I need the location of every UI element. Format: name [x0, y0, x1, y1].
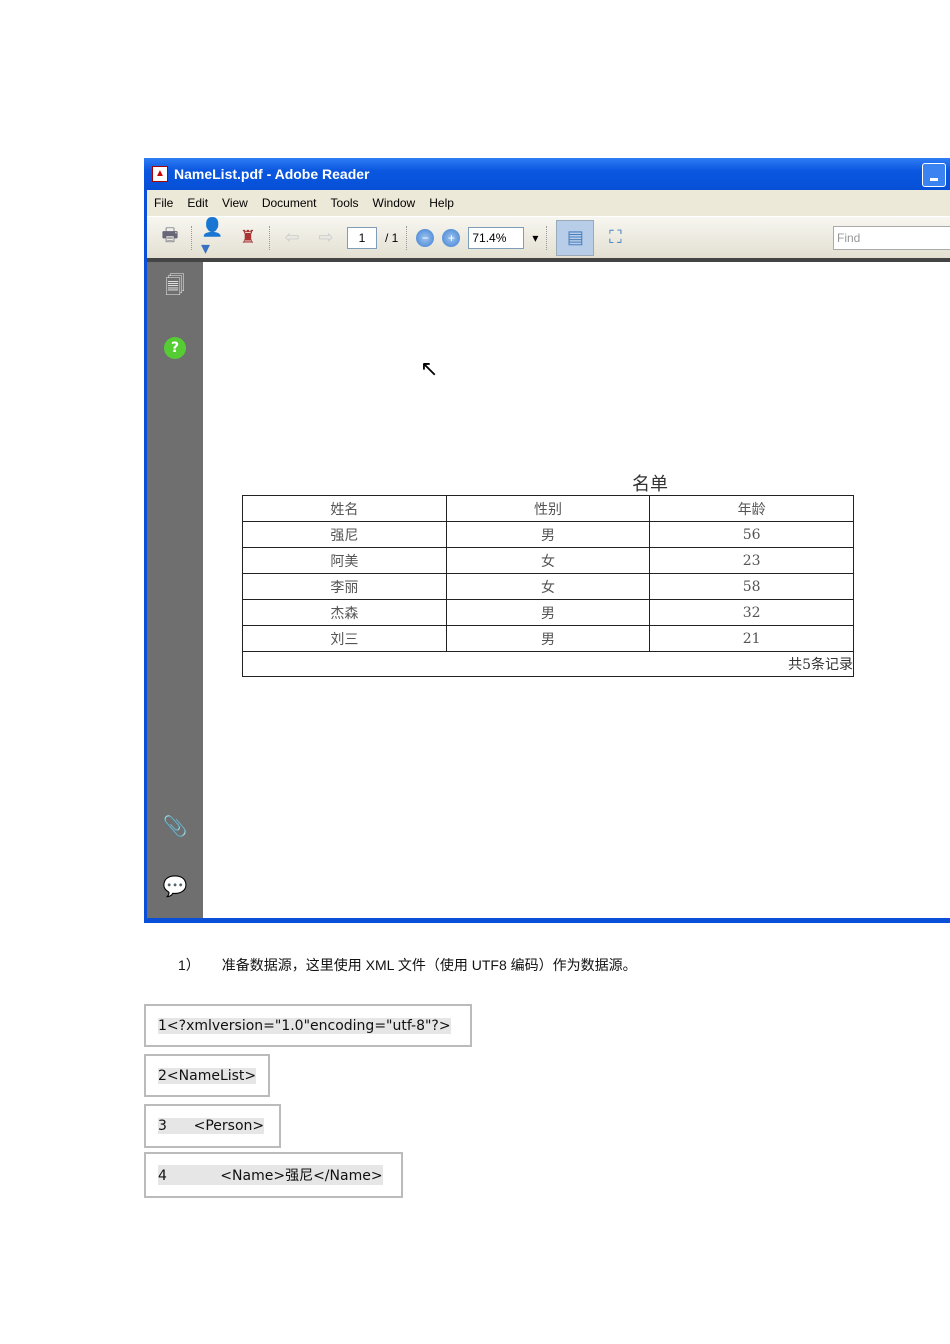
menu-document[interactable]: Document [255, 196, 324, 210]
cell-age: 21 [649, 625, 854, 652]
cell-gender: 女 [445, 573, 651, 600]
table-footer-row: 共5条记录 [242, 651, 854, 677]
cell-gender: 男 [445, 521, 651, 548]
menu-file[interactable]: File [147, 196, 180, 210]
cell-age: 56 [649, 521, 854, 548]
table-row: 阿美女 23 [242, 547, 854, 574]
cell-name: 刘三 [242, 625, 447, 652]
next-page-icon[interactable]: ⇨ [313, 225, 339, 251]
attachments-icon[interactable]: 📎 [163, 814, 188, 838]
code-line-box: 3 <Person> [144, 1104, 281, 1148]
table-row: 刘三男 21 [242, 625, 854, 652]
document-view: ↖ 名单 姓名 性别 年龄 强尼男 56 阿美女 23 李丽女 58 杰森男 32 刘三… [203, 262, 950, 918]
zoom-input[interactable]: 71.4% [468, 226, 525, 249]
separator [546, 225, 548, 250]
cell-name: 李丽 [242, 573, 447, 600]
code-line: 3 <Person> [158, 1118, 265, 1134]
menu-edit[interactable]: Edit [180, 196, 215, 210]
cell-age: 23 [649, 547, 854, 574]
header-gender: 性别 [445, 495, 651, 522]
code-line-box: 2<NameList> [144, 1054, 270, 1097]
page-number-input[interactable]: 1 [347, 226, 377, 249]
code-line-box: 4 <Name>强尼</Name> [144, 1152, 403, 1198]
find-input[interactable]: Find [833, 226, 950, 250]
document-title: 名单 [632, 474, 668, 495]
cell-age: 32 [649, 599, 854, 626]
create-pdf-icon[interactable]: ♜ [235, 225, 261, 251]
table-row: 强尼男 56 [242, 521, 854, 548]
adobe-reader-window: ▲ NameList.pdf - Adobe Reader File Edit … [144, 158, 950, 923]
cell-age: 58 [649, 573, 854, 600]
mouse-cursor-icon: ↖ [420, 357, 439, 382]
header-name: 姓名 [242, 495, 447, 522]
code-line-box: 1<?xmlversion="1.0"encoding="utf-8"?> [144, 1004, 472, 1047]
table-header-row: 姓名 性别 年龄 [242, 495, 854, 522]
zoom-out-icon[interactable]: − [416, 228, 435, 247]
print-icon[interactable]: 🖶 [157, 225, 183, 251]
navigation-pane: 🗐 ? 📎 💬 [147, 262, 203, 918]
menu-window[interactable]: Window [366, 196, 423, 210]
step-paragraph: 1） 准备数据源，这里使用 XML 文件（使用 UTF8 编码）作为数据源。 [178, 955, 637, 975]
code-line: 2<NameList> [158, 1067, 257, 1084]
separator [269, 225, 271, 250]
fit-width-icon[interactable]: ▤ [556, 219, 595, 256]
name-list-table: 姓名 性别 年龄 强尼男 56 阿美女 23 李丽女 58 杰森男 32 刘三男 21 共… [242, 495, 854, 677]
fit-page-icon[interactable]: ⛶ [602, 225, 628, 251]
page-total: / 1 [385, 230, 399, 245]
cell-name: 杰森 [242, 599, 447, 626]
share-icon[interactable]: 👤▾ [201, 217, 227, 258]
menu-help[interactable]: Help [422, 196, 461, 210]
separator [406, 225, 408, 250]
pages-icon[interactable]: 🗐 [163, 273, 187, 300]
zoom-in-icon[interactable]: + [442, 228, 461, 247]
cell-gender: 男 [445, 599, 651, 626]
header-age: 年龄 [649, 495, 854, 522]
zoom-dropdown-icon[interactable]: ▾ [532, 231, 538, 245]
code-line: 1<?xmlversion="1.0"encoding="utf-8"?> [158, 1017, 451, 1034]
cell-gender: 女 [445, 547, 651, 574]
help-icon[interactable]: ? [163, 336, 187, 360]
record-count: 共5条记录 [242, 651, 854, 677]
step-number: 1） [178, 957, 200, 973]
cell-name: 强尼 [242, 521, 447, 548]
separator [191, 225, 193, 250]
table-row: 杰森男 32 [242, 599, 854, 626]
comments-icon[interactable]: 💬 [163, 874, 188, 898]
title-bar: ▲ NameList.pdf - Adobe Reader [144, 158, 950, 190]
minimize-button[interactable] [922, 163, 946, 187]
menu-tools[interactable]: Tools [324, 196, 366, 210]
table-row: 李丽女 58 [242, 573, 854, 600]
previous-page-icon[interactable]: ⇦ [279, 225, 305, 251]
cell-name: 阿美 [242, 547, 447, 574]
cell-gender: 男 [445, 625, 651, 652]
code-line: 4 <Name>强尼</Name> [158, 1165, 383, 1185]
pdf-icon: ▲ [152, 166, 168, 182]
toolbar: 🖶 👤▾ ♜ ⇦ ⇨ 1 / 1 − + 71.4% ▾ ▤ ⛶ Find [147, 216, 950, 258]
menu-view[interactable]: View [215, 196, 255, 210]
window-title: NameList.pdf - Adobe Reader [174, 166, 370, 182]
menu-bar: File Edit View Document Tools Window Hel… [147, 190, 950, 216]
step-text: 准备数据源，这里使用 XML 文件（使用 UTF8 编码）作为数据源。 [221, 957, 637, 973]
